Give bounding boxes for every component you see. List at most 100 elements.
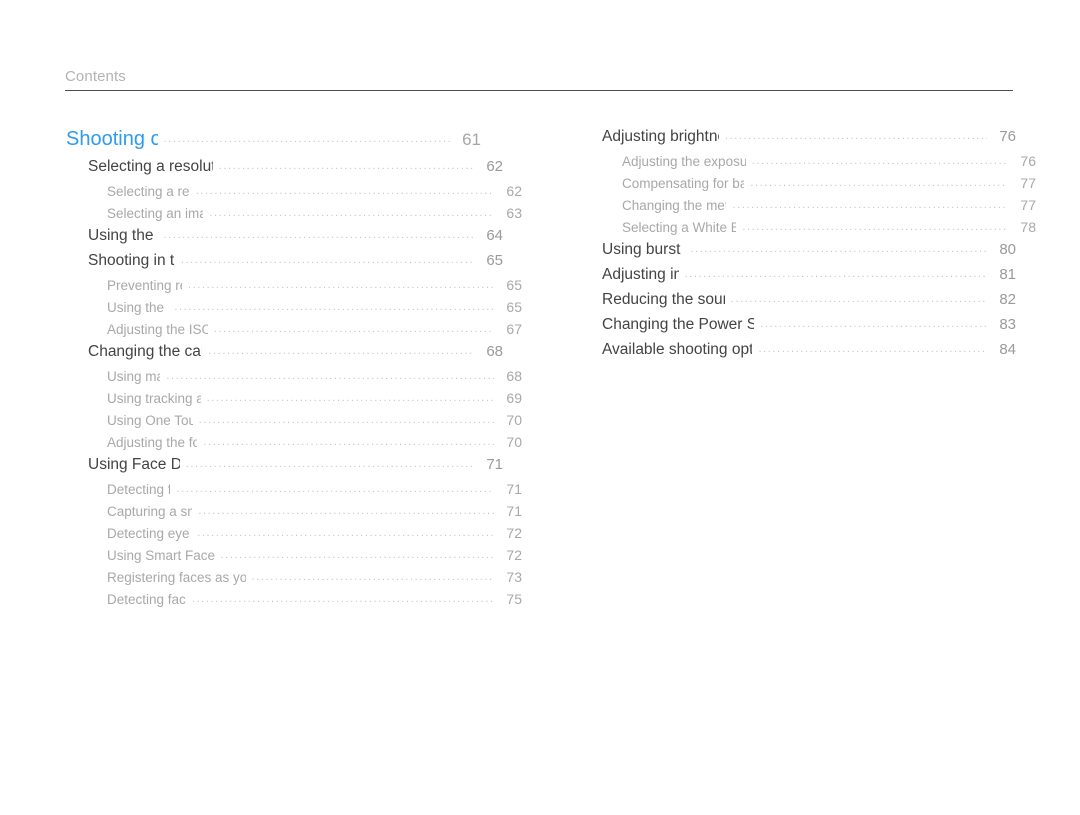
toc-entry-label: Using tracking auto focus [107,391,201,406]
toc-entry-level-2[interactable]: Using the timer.........................… [88,225,503,250]
toc-page-number: 62 [506,183,522,199]
toc-entry-level-3[interactable]: Detecting eye blinking..................… [107,523,522,545]
toc-page-number: 62 [486,158,503,175]
toc-entry-label: Selecting a resolution and quality [88,158,213,175]
toc-page-number: 72 [506,525,522,541]
toc-dot-leader: ........................................… [758,343,987,355]
toc-dot-leader: ........................................… [251,571,494,583]
toc-entry-level-3[interactable]: Compensating for backlighting (ACB).....… [622,173,1036,195]
toc-entry-level-3[interactable]: Preventing red-eye......................… [107,275,522,297]
toc-entry-label: Using macro [107,369,161,384]
toc-dot-leader: ........................................… [197,527,494,539]
toc-page-number: 73 [506,569,522,585]
toc-entry-label: Selecting a White Balance setting [622,220,737,235]
toc-page-number: 65 [506,277,522,293]
toc-dot-leader: ........................................… [208,345,474,357]
toc-dot-leader: ........................................… [206,392,494,404]
toc-entry-label: Adjusting the focus area [107,435,198,450]
toc-entry-level-3[interactable]: Using Smart Face Recognition............… [107,545,522,567]
toc-page-number: 67 [506,321,522,337]
toc-entry-level-2[interactable]: Adjusting images........................… [602,264,1016,289]
toc-entry-label: Using Smart Face Recognition [107,548,215,563]
toc-entry-level-3[interactable]: Detecting faces Tips....................… [107,589,522,611]
toc-entry-label: Adjusting images [602,266,679,283]
contents-page: Contents Shooting options...............… [0,0,1080,815]
toc-entry-level-3[interactable]: Adjusting the focus area................… [107,432,522,454]
toc-entry-level-3[interactable]: Selecting a White Balance setting.......… [622,217,1036,239]
toc-entry-level-3[interactable]: Selecting a resolution..................… [107,181,522,203]
toc-page-number: 65 [506,299,522,315]
toc-page-number: 70 [506,412,522,428]
toc-page-number: 70 [506,434,522,450]
toc-dot-leader: ........................................… [166,370,494,382]
toc-entry-level-3[interactable]: Using macro.............................… [107,366,522,388]
toc-dot-leader: ........................................… [195,185,494,197]
toc-dot-leader: ........................................… [163,229,475,241]
toc-entry-label: Detecting faces Tips [107,592,186,607]
toc-entry-level-2[interactable]: Changing the Power Save Recording Option… [602,314,1016,339]
running-header: Contents [65,68,1013,91]
toc-page-number: 64 [486,227,503,244]
toc-entry-level-3[interactable]: Using the flash.........................… [107,297,522,319]
toc-entry-level-2[interactable]: Using Face Detection....................… [88,454,503,479]
toc-dot-leader: ........................................… [732,199,1007,211]
toc-page-number: 78 [1020,219,1036,235]
toc-page-number: 71 [486,456,503,473]
toc-entry-level-3[interactable]: Using tracking auto focus...............… [107,388,522,410]
toc-dot-leader: ........................................… [198,414,494,426]
toc-entry-label: Reducing the sound of the zoom [602,291,725,308]
toc-dot-leader: ........................................… [213,323,494,335]
toc-entry-level-2[interactable]: Available shooting options by shooting m… [602,339,1016,364]
header-divider [65,90,1013,91]
toc-dot-leader: ........................................… [203,436,494,448]
toc-page-number: 72 [506,547,522,563]
toc-dot-leader: ........................................… [750,177,1007,189]
toc-dot-leader: ........................................… [198,505,494,517]
toc-entry-level-3[interactable]: Selecting an image quality..............… [107,203,522,225]
toc-page-number: 77 [1020,175,1036,191]
toc-entry-label: Shooting in the dark [88,252,175,269]
toc-entry-level-3[interactable]: Registering faces as your favorites (My … [107,567,522,589]
toc-entry-level-3[interactable]: Using One Touch Shot....................… [107,410,522,432]
toc-entry-level-2[interactable]: Changing the camera’s focus.............… [88,341,503,366]
toc-entry-level-3[interactable]: Capturing a smile shot..................… [107,501,522,523]
toc-page-number: 61 [462,130,481,149]
toc-dot-leader: ........................................… [742,221,1007,233]
toc-entry-level-2[interactable]: Adjusting brightness and color..........… [602,126,1016,151]
toc-dot-leader: ........................................… [218,160,474,172]
toc-dot-leader: ........................................… [760,318,987,330]
toc-page-number: 71 [506,481,522,497]
toc-page-number: 76 [1020,153,1036,169]
toc-dot-leader: ........................................… [220,549,494,561]
toc-entry-label: Using the timer [88,227,158,244]
toc-entry-label: Changing the metering option [622,198,726,213]
toc-dot-leader: ........................................… [185,458,474,470]
toc-entry-label: Detecting eye blinking [107,526,191,541]
toc-entry-level-3[interactable]: Detecting faces.........................… [107,479,522,501]
toc-column-left: Shooting options........................… [0,126,545,611]
toc-entry-label: Capturing a smile shot [107,504,192,519]
toc-dot-leader: ........................................… [724,130,987,142]
toc-page-number: 77 [1020,197,1036,213]
toc-dot-leader: ........................................… [174,301,494,313]
toc-page-number: 71 [506,503,522,519]
toc-dot-leader: ........................................… [690,243,987,255]
toc-entry-label: Using Face Detection [88,456,180,473]
toc-entry-label: Registering faces as your favorites (My … [107,570,246,585]
toc-entry-label: Selecting an image quality [107,206,204,221]
toc-entry-level-2[interactable]: Reducing the sound of the zoom..........… [602,289,1016,314]
toc-entry-label: Using the flash [107,300,168,315]
toc-entry-label: Changing the camera’s focus [88,343,202,360]
page-title: Contents [65,68,126,85]
toc-entry-level-3[interactable]: Adjusting the ISO sensitivity...........… [107,319,522,341]
toc-entry-label: Selecting a resolution [107,184,190,199]
toc-entry-level-2[interactable]: Using burst modes.......................… [602,239,1016,264]
toc-entry-level-2[interactable]: Shooting in the dark....................… [88,250,503,275]
toc-entry-level-1[interactable]: Shooting options........................… [66,126,481,156]
toc-page-number: 69 [506,390,522,406]
toc-dot-leader: ........................................… [163,133,450,145]
toc-entry-level-2[interactable]: Selecting a resolution and quality......… [88,156,503,181]
toc-entry-level-3[interactable]: Changing the metering option............… [622,195,1036,217]
toc-page-number: 83 [999,316,1016,333]
toc-entry-level-3[interactable]: Adjusting the exposure manually (EV)....… [622,151,1036,173]
